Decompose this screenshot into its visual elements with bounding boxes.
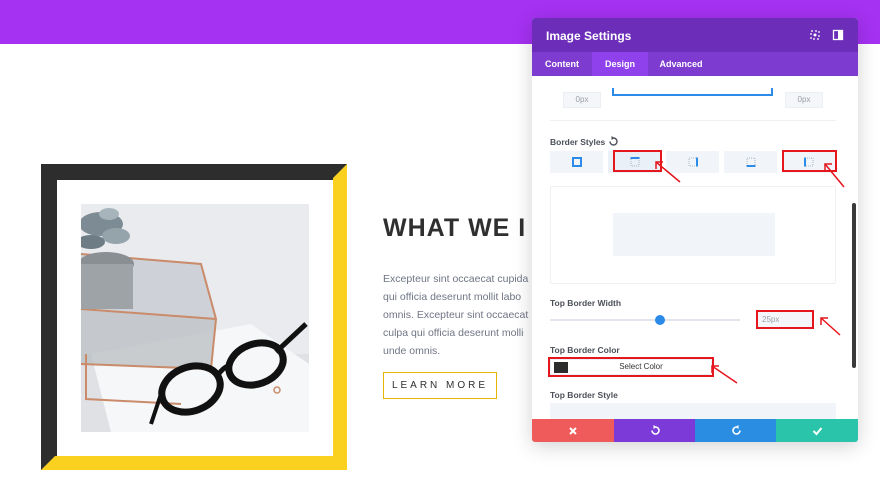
- undo-icon: [650, 425, 660, 435]
- paragraph-line: culpa qui officia deserunt molli: [383, 327, 524, 339]
- fullscreen-icon[interactable]: [808, 28, 822, 42]
- highlight-width-input: [756, 310, 814, 329]
- panel-footer: [532, 419, 858, 442]
- panel-header[interactable]: Image Settings: [532, 18, 858, 52]
- tab-content[interactable]: Content: [532, 52, 592, 76]
- tab-design[interactable]: Design: [592, 52, 648, 76]
- annotation-arrow: [820, 317, 841, 336]
- top-border-color-label: Top Border Color: [550, 345, 620, 355]
- top-border-width-label: Top Border Width: [550, 298, 622, 308]
- cancel-button[interactable]: [532, 419, 614, 442]
- slider-thumb[interactable]: [655, 315, 666, 325]
- paragraph-line: unde omnis.: [383, 345, 441, 357]
- section-heading: WHAT WE I: [383, 214, 527, 242]
- panel-title: Image Settings: [546, 29, 632, 43]
- panel-body: 0px 0px Border Styles Top Border Width 2…: [532, 76, 858, 419]
- save-button[interactable]: [776, 419, 858, 442]
- redo-button[interactable]: [695, 419, 777, 442]
- spacing-preview-bar: [612, 88, 773, 96]
- product-photo: [81, 204, 309, 432]
- undo-button[interactable]: [614, 419, 696, 442]
- border-style-bottom[interactable]: [724, 151, 777, 173]
- top-border-width-slider[interactable]: [550, 319, 740, 321]
- paragraph-line: omnis. Excepteur sint occaecat: [383, 309, 529, 321]
- annotation-arrow: [824, 163, 845, 188]
- page-root: WHAT WE I Excepteur sint occaecat cupida…: [0, 0, 880, 498]
- annotation-arrow: [655, 161, 681, 183]
- border-styles-label: Border Styles: [550, 137, 606, 147]
- annotation-arrow: [711, 365, 738, 384]
- all-borders-icon: [571, 157, 582, 167]
- margin-left-input[interactable]: 0px: [563, 92, 601, 108]
- paragraph-line: qui officia deserunt mollit labo: [383, 291, 522, 303]
- bottom-border-icon: [746, 157, 755, 167]
- margin-right-input[interactable]: 0px: [785, 92, 823, 108]
- redo-icon: [731, 425, 741, 435]
- border-style-all[interactable]: [550, 151, 603, 173]
- section-divider: [550, 120, 836, 121]
- image-settings-panel: Image Settings Content Design Advanced 0…: [532, 18, 858, 442]
- image-border-yellow-right: [333, 164, 347, 470]
- panel-scrollbar[interactable]: [852, 203, 856, 368]
- section-paragraph: Excepteur sint occaecat cupida qui offic…: [383, 270, 543, 360]
- save-icon: [812, 426, 822, 435]
- reset-icon[interactable]: [608, 136, 619, 147]
- border-preview-inner: [613, 213, 775, 256]
- top-border-style-select[interactable]: [550, 403, 836, 419]
- learn-more-button[interactable]: LEARN MORE: [383, 372, 497, 399]
- tab-advanced[interactable]: Advanced: [648, 52, 714, 76]
- cancel-icon: [569, 426, 577, 435]
- split-view-icon[interactable]: [831, 28, 845, 42]
- highlight-color-picker: [548, 357, 714, 377]
- top-border-style-label: Top Border Style: [550, 390, 618, 400]
- panel-tabs: Content Design Advanced: [532, 52, 858, 76]
- photo-illustration: [81, 204, 309, 432]
- border-preview-box: [550, 186, 836, 284]
- paragraph-line: Excepteur sint occaecat cupida: [383, 273, 529, 285]
- image-border-yellow-bottom: [41, 456, 347, 470]
- right-border-icon: [688, 157, 698, 167]
